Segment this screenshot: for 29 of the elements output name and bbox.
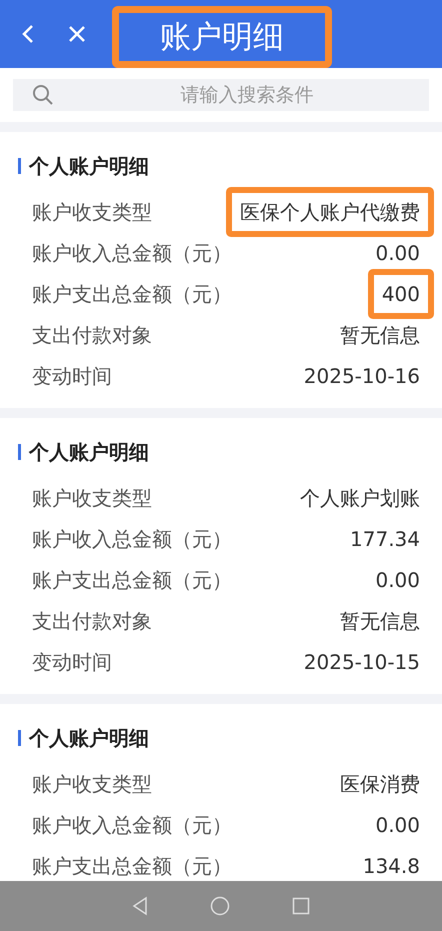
recent-apps-icon[interactable] <box>292 897 310 915</box>
field-label: 账户收支类型 <box>32 484 152 512</box>
accent-bar <box>18 444 21 460</box>
close-icon[interactable] <box>68 25 86 43</box>
field-label: 账户收入总金额（元） <box>32 240 232 266</box>
field-label: 变动时间 <box>32 362 112 390</box>
field-label: 账户收支类型 <box>32 770 152 798</box>
search-field[interactable]: 请输入搜索条件 <box>13 79 429 111</box>
field-label: 账户支出总金额（元） <box>32 280 232 308</box>
back-icon[interactable] <box>132 896 148 916</box>
back-icon[interactable] <box>21 23 35 45</box>
field-label: 支出付款对象 <box>32 322 152 348</box>
page-title: 账户明细 <box>112 6 332 68</box>
card-title: 个人账户明细 <box>29 725 149 752</box>
search-icon <box>31 83 55 107</box>
field-label: 支出付款对象 <box>32 608 152 634</box>
field-label: 变动时间 <box>32 648 112 676</box>
field-value: 400 <box>368 268 434 318</box>
card-title: 个人账户明细 <box>29 153 149 180</box>
field-label: 账户收支类型 <box>32 198 152 226</box>
field-label: 账户支出总金额（元） <box>32 852 232 880</box>
accent-bar <box>18 730 21 746</box>
home-icon[interactable] <box>210 896 230 916</box>
accent-bar <box>18 158 21 174</box>
field-label: 账户收入总金额（元） <box>32 526 232 552</box>
card-title: 个人账户明细 <box>29 439 149 466</box>
field-label: 账户支出总金额（元） <box>32 566 232 594</box>
field-label: 账户收入总金额（元） <box>32 812 232 838</box>
field-value: 医保个人账户代缴费 <box>226 186 434 236</box>
